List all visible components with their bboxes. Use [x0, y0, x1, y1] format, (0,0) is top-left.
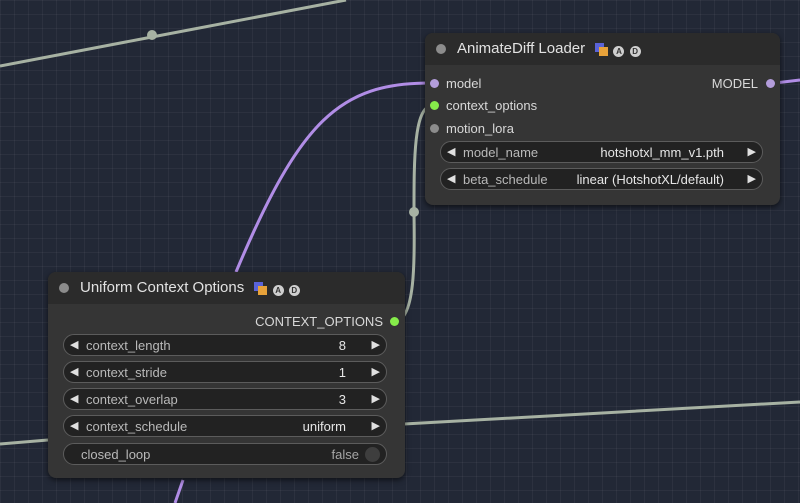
context-wire-midpoint[interactable] [409, 207, 419, 217]
node-title: AnimateDiff Loader [457, 40, 586, 57]
node-badges: A D [595, 41, 641, 58]
context-stride-stepper[interactable]: ◀ context_stride 1 ▶ [63, 361, 387, 383]
node-badges: A D [254, 280, 300, 297]
node-title-bar[interactable]: Uniform Context Options A D [48, 272, 405, 304]
arrow-left-icon[interactable]: ◀ [70, 365, 78, 378]
arrow-right-icon[interactable]: ▶ [372, 419, 380, 432]
beta-schedule-combo[interactable]: ◀ beta_schedule linear (HotshotXL/defaul… [440, 168, 763, 190]
arrow-right-icon[interactable]: ▶ [372, 392, 380, 405]
model-wire-lower[interactable] [173, 479, 185, 503]
arrow-right-icon[interactable]: ▶ [748, 145, 756, 158]
link-wire-top[interactable] [0, 0, 347, 68]
arrow-left-icon[interactable]: ◀ [70, 419, 78, 432]
fox-badge-icon [254, 281, 268, 295]
arrow-left-icon[interactable]: ◀ [447, 145, 455, 158]
context-length-stepper[interactable]: ◀ context_length 8 ▶ [63, 334, 387, 356]
slot-dot-icon[interactable] [390, 317, 399, 326]
model-wire[interactable] [234, 81, 431, 273]
arrow-left-icon[interactable]: ◀ [70, 338, 78, 351]
link-midpoint[interactable] [147, 30, 157, 40]
node-title-bar[interactable]: AnimateDiff Loader A D [425, 33, 780, 65]
slot-dot-icon[interactable] [430, 79, 439, 88]
arrow-right-icon[interactable]: ▶ [372, 365, 380, 378]
badge-a: A [272, 284, 284, 296]
toggle-knob-icon[interactable] [365, 447, 380, 462]
node-title: Uniform Context Options [80, 279, 245, 296]
model-name-combo[interactable]: ◀ model_name hotshotxl_mm_v1.pth ▶ [440, 141, 763, 163]
output-slot-context-options[interactable]: CONTEXT_OPTIONS [205, 313, 405, 331]
badge-d: D [288, 284, 300, 296]
collapse-dot-icon[interactable] [436, 44, 446, 54]
context-schedule-combo[interactable]: ◀ context_schedule uniform ▶ [63, 415, 387, 437]
slot-dot-icon[interactable] [766, 79, 775, 88]
arrow-right-icon[interactable]: ▶ [372, 338, 380, 351]
badge-d: D [629, 45, 641, 57]
uniform-context-options-node[interactable]: Uniform Context Options A D CONTEXT_OPTI… [48, 272, 405, 478]
collapse-dot-icon[interactable] [59, 283, 69, 293]
slot-dot-icon[interactable] [430, 124, 439, 133]
badge-a: A [613, 45, 625, 57]
slot-dot-icon[interactable] [430, 101, 439, 110]
arrow-left-icon[interactable]: ◀ [70, 392, 78, 405]
output-slot-model[interactable]: MODEL [660, 75, 780, 93]
closed-loop-toggle[interactable]: closed_loop false [63, 443, 387, 465]
context-overlap-stepper[interactable]: ◀ context_overlap 3 ▶ [63, 388, 387, 410]
fox-badge-icon [595, 42, 609, 56]
animatediff-loader-node[interactable]: AnimateDiff Loader A D model context_opt… [425, 33, 780, 205]
arrow-left-icon[interactable]: ◀ [447, 172, 455, 185]
arrow-right-icon[interactable]: ▶ [748, 172, 756, 185]
